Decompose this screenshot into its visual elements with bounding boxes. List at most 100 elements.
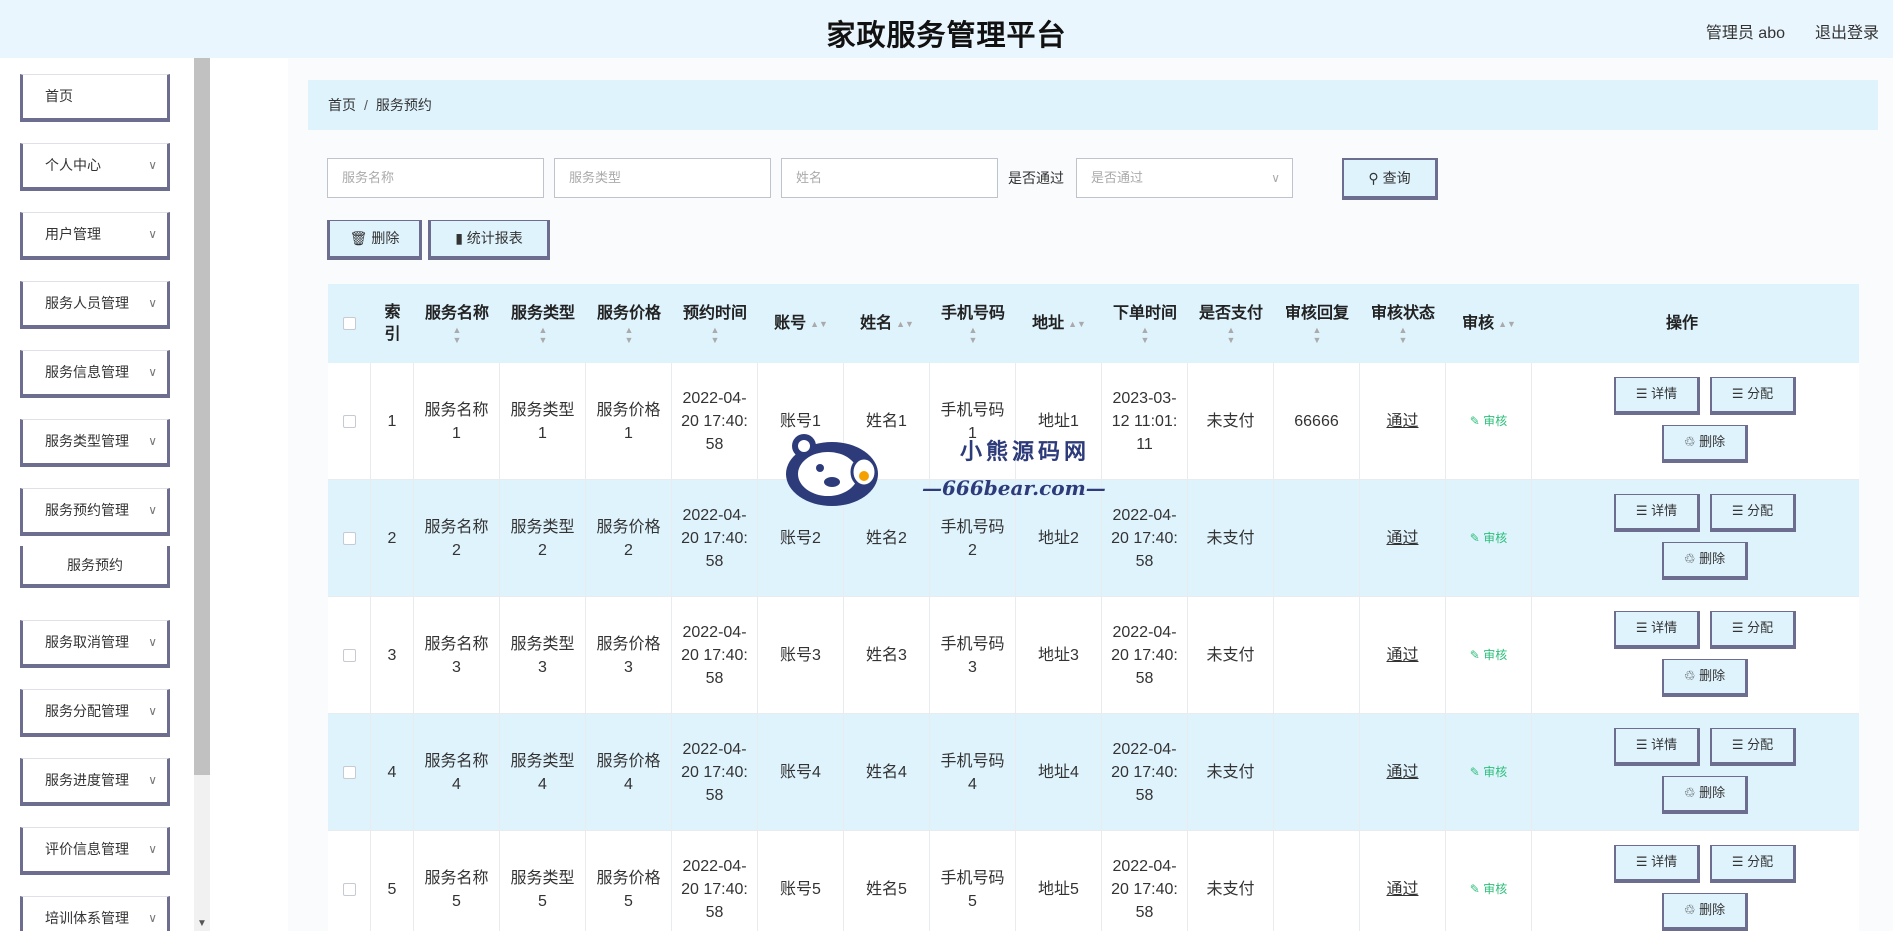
assign-button[interactable]: ☰ 分配 (1710, 845, 1796, 883)
breadcrumb-home[interactable]: 首页 (328, 97, 356, 113)
header-label: 账号 (774, 314, 807, 332)
service-type-input[interactable]: 服务类型 (554, 158, 771, 198)
audit-button[interactable]: ✎ 审核 (1470, 761, 1507, 784)
sidebar-item-staff-management[interactable]: 服务人员管理 ∨ (20, 281, 170, 329)
cell-order-time: 2022-04-20 17:40:58 (1102, 714, 1188, 831)
cell-service-name: 服务名称3 (414, 597, 500, 714)
assign-button[interactable]: ☰ 分配 (1710, 377, 1796, 415)
watermark-cn: 小熊源码网 (960, 439, 1091, 465)
header-status[interactable]: 审核状态 ▲ ▼ (1360, 284, 1446, 363)
sort-icon[interactable]: ▲▼ (1498, 313, 1516, 335)
sidebar-item-progress-management[interactable]: 服务进度管理 ∨ (20, 758, 170, 806)
passed-select[interactable]: 是否通过 ∨ (1076, 158, 1293, 198)
sort-icon[interactable]: ▲▼ (896, 313, 914, 335)
service-name-input[interactable]: 服务名称 (327, 158, 544, 198)
header-order-time[interactable]: 下单时间 ▲ ▼ (1102, 284, 1188, 363)
sort-icon[interactable]: ▲▼ (1141, 325, 1150, 345)
header-name[interactable]: 姓名 ▲▼ (844, 284, 930, 363)
sort-icon[interactable]: ▲▼ (711, 325, 720, 345)
detail-button[interactable]: ☰ 详情 (1614, 494, 1700, 532)
logout-link[interactable]: 退出登录 (1815, 19, 1879, 43)
header-service-type[interactable]: 服务类型 ▲ ▼ (500, 284, 586, 363)
header-paid[interactable]: 是否支付 ▲ ▼ (1188, 284, 1274, 363)
sidebar-item-cancel-management[interactable]: 服务取消管理 ∨ (20, 620, 170, 668)
header-audit[interactable]: 审核 ▲▼ (1446, 284, 1532, 363)
status-link[interactable]: 通过 (1386, 410, 1418, 433)
row-checkbox[interactable] (342, 766, 356, 779)
sort-icon[interactable]: ▲▼ (969, 325, 978, 345)
status-link[interactable]: 通过 (1386, 527, 1418, 550)
assign-button-label: 分配 (1747, 503, 1774, 518)
audit-button[interactable]: ✎ 审核 (1470, 410, 1507, 433)
header-account[interactable]: 账号 ▲▼ (758, 284, 844, 363)
delete-button[interactable]: ♲ 删除 (1662, 776, 1748, 814)
header-phone[interactable]: 手机号码 ▲ ▼ (930, 284, 1016, 363)
header-address[interactable]: 地址 ▲▼ (1016, 284, 1102, 363)
row-checkbox[interactable] (342, 415, 356, 428)
audit-button[interactable]: ✎ 审核 (1470, 878, 1507, 901)
detail-button[interactable]: ☰ 详情 (1614, 845, 1700, 883)
sidebar-item-review-management[interactable]: 评价信息管理 ∨ (20, 827, 170, 875)
sort-icon[interactable]: ▲▼ (539, 325, 548, 345)
assign-button[interactable]: ☰ 分配 (1710, 728, 1796, 766)
sidebar-item-service-info[interactable]: 服务信息管理 ∨ (20, 350, 170, 398)
breadcrumb: 首页 / 服务预约 (308, 80, 1878, 130)
sort-icon[interactable]: ▲▼ (1227, 325, 1236, 345)
sort-icon[interactable]: ▲▼ (1399, 325, 1408, 345)
scrollbar-thumb[interactable] (194, 58, 210, 775)
delete-button[interactable]: ♲ 删除 (1662, 425, 1748, 463)
sidebar-item-home[interactable]: 首页 (20, 74, 170, 122)
sidebar-item-assign-management[interactable]: 服务分配管理 ∨ (20, 689, 170, 737)
report-button[interactable]: ▮ 统计报表 (428, 220, 550, 260)
sidebar-subitem-booking[interactable]: 服务预约 (20, 546, 170, 588)
assign-button[interactable]: ☰ 分配 (1710, 611, 1796, 649)
audit-button[interactable]: ✎ 审核 (1470, 527, 1507, 550)
cell-service-name: 服务名称2 (414, 480, 500, 597)
header-price[interactable]: 服务价格 ▲ ▼ (586, 284, 672, 363)
detail-button[interactable]: ☰ 详情 (1614, 377, 1700, 415)
header-booking-time[interactable]: 预约时间 ▲ ▼ (672, 284, 758, 363)
delete-button[interactable]: ♲ 删除 (1662, 893, 1748, 931)
select-all-checkbox[interactable] (343, 317, 356, 330)
sidebar-item-booking-management[interactable]: 服务预约管理 ∨ (20, 488, 170, 536)
detail-button[interactable]: ☰ 详情 (1614, 611, 1700, 649)
cell-service-name: 服务名称5 (414, 831, 500, 931)
query-button[interactable]: ⚲ 查询 (1342, 158, 1438, 200)
detail-button[interactable]: ☰ 详情 (1614, 728, 1700, 766)
cell-audit: ✎ 审核 (1446, 714, 1532, 831)
sidebar-item-personal-center[interactable]: 个人中心 ∨ (20, 143, 170, 191)
sidebar-scrollbar[interactable]: ▼ (194, 58, 210, 931)
detail-button-label: 详情 (1651, 854, 1678, 869)
delete-button[interactable]: ♲ 删除 (1662, 659, 1748, 697)
header-index[interactable]: 索引 (371, 284, 414, 363)
sidebar-item-training-management[interactable]: 培训体系管理 ∨ (20, 896, 170, 931)
header-reply[interactable]: 审核回复 ▲ ▼ (1274, 284, 1360, 363)
status-link[interactable]: 通过 (1386, 761, 1418, 784)
status-link[interactable]: 通过 (1386, 644, 1418, 667)
header-service-name[interactable]: 服务名称 ▲ ▼ (414, 284, 500, 363)
cell-reply (1274, 480, 1360, 597)
cell-audit: ✎ 审核 (1446, 480, 1532, 597)
name-input[interactable]: 姓名 (781, 158, 998, 198)
scroll-down-icon[interactable]: ▼ (197, 918, 207, 929)
sort-icon[interactable]: ▲▼ (625, 325, 634, 345)
sidebar-item-user-management[interactable]: 用户管理 ∨ (20, 212, 170, 260)
cell-phone: 手机号码3 (930, 597, 1016, 714)
document-icon: ☰ (1731, 386, 1748, 401)
sidebar-item-service-type[interactable]: 服务类型管理 ∨ (20, 419, 170, 467)
sort-icon[interactable]: ▲▼ (453, 325, 462, 345)
sort-icon[interactable]: ▲▼ (1068, 313, 1086, 335)
header-label: 审核状态 (1370, 304, 1435, 322)
bulk-delete-button[interactable]: 🗑 删除 (327, 220, 422, 260)
delete-button[interactable]: ♲ 删除 (1662, 542, 1748, 580)
sort-icon[interactable]: ▲▼ (810, 313, 828, 335)
row-checkbox[interactable] (342, 532, 356, 545)
audit-button[interactable]: ✎ 审核 (1470, 644, 1507, 667)
bar-chart-icon: ▮ (455, 230, 463, 246)
cell-index: 1 (371, 363, 414, 480)
row-checkbox[interactable] (342, 883, 356, 896)
row-checkbox[interactable] (342, 649, 356, 662)
assign-button[interactable]: ☰ 分配 (1710, 494, 1796, 532)
sort-icon[interactable]: ▲▼ (1313, 325, 1322, 345)
status-link[interactable]: 通过 (1386, 878, 1418, 901)
